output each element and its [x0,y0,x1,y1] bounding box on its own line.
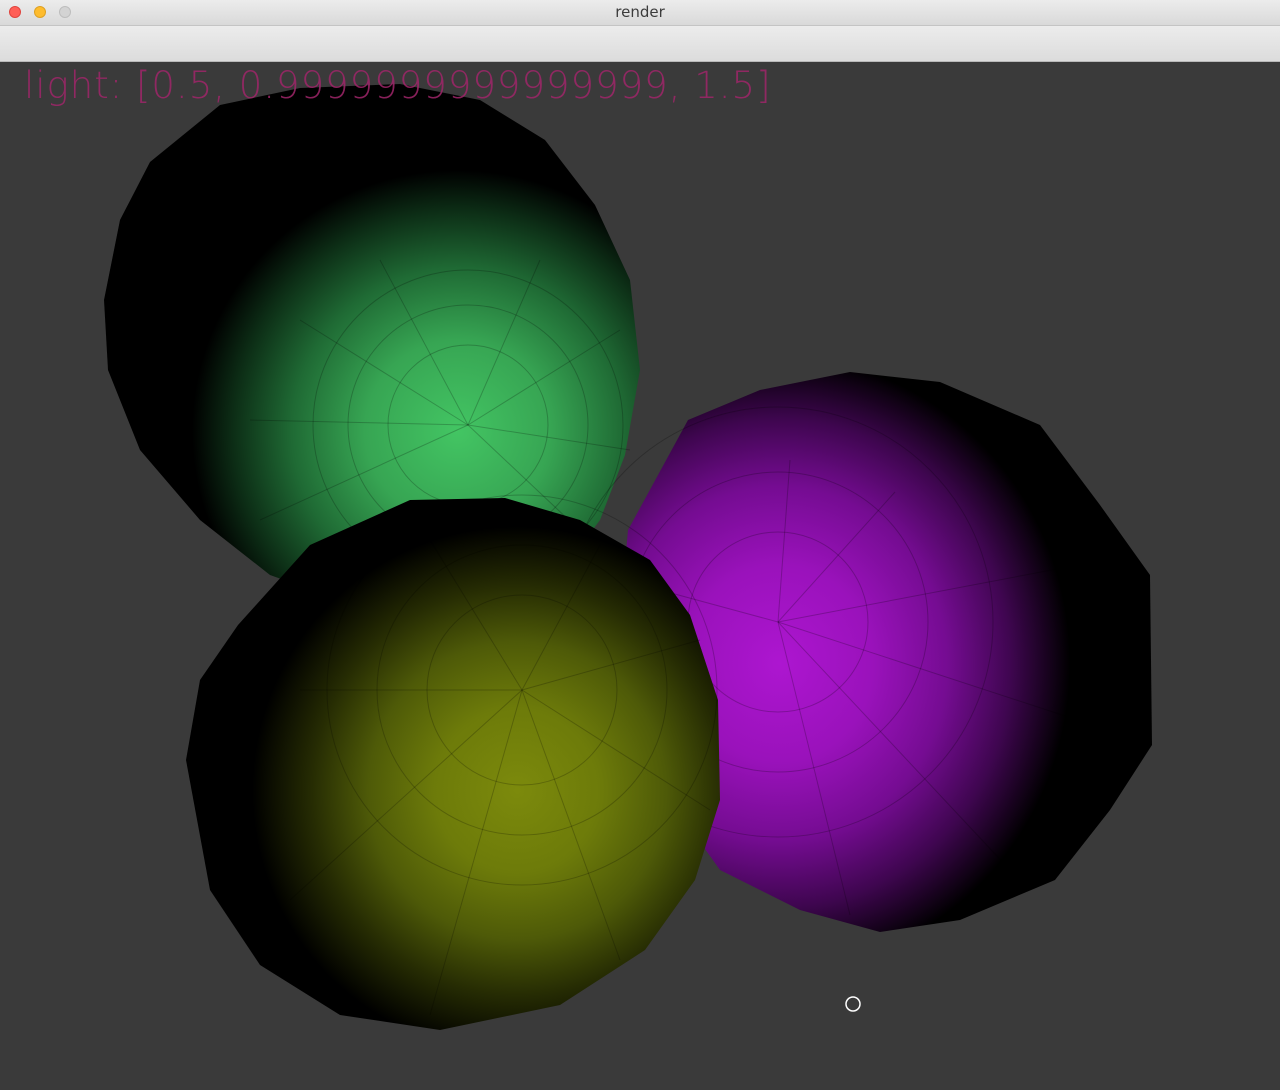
circle-cursor-icon [845,996,861,1012]
title-bar[interactable]: render [0,0,1280,26]
light-readout-label: light: [24,64,136,107]
scene-svg [104,84,1152,1030]
window-toolbar [0,26,1280,62]
yellow-sphere [186,494,720,1030]
render-window: render light: [0.5, 0.9999999999999999, … [0,0,1280,1090]
light-readout: light: [0.5, 0.9999999999999999, 1.5] [24,64,772,107]
render-canvas[interactable]: light: [0.5, 0.9999999999999999, 1.5] [0,62,1280,1090]
window-title: render [615,3,665,21]
light-readout-value: [0.5, 0.9999999999999999, 1.5] [135,64,772,107]
